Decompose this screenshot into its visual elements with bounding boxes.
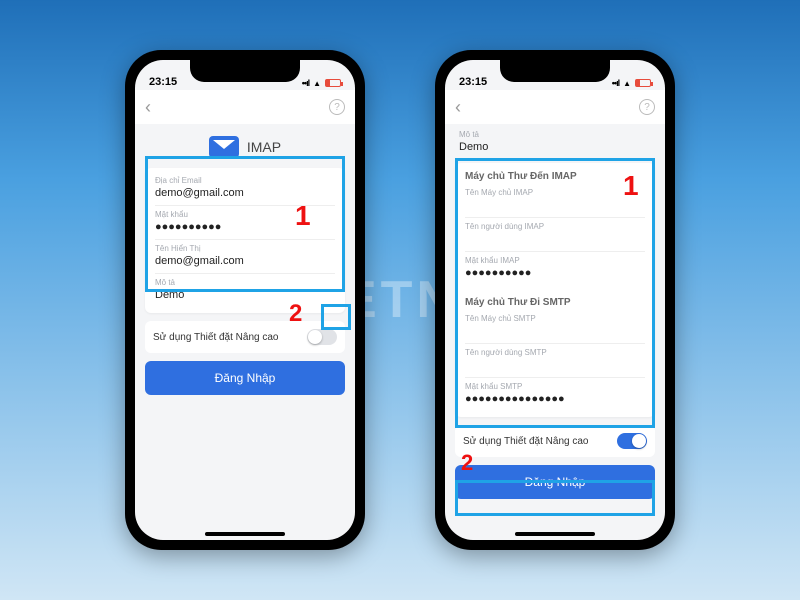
notch	[500, 60, 610, 82]
wifi-icon	[623, 78, 631, 88]
imap-pass-value: ●●●●●●●●●●	[465, 267, 645, 279]
back-button[interactable]: ‹	[145, 97, 151, 118]
email-value: demo@gmail.com	[155, 187, 335, 199]
advanced-toggle[interactable]	[617, 433, 647, 449]
mail-icon	[209, 136, 239, 158]
imap-user-label: Tên người dùng IMAP	[465, 222, 645, 231]
notch	[190, 60, 300, 82]
description-value: Demo	[459, 141, 651, 153]
battery-icon	[325, 79, 341, 87]
password-value: ●●●●●●●●●●	[155, 221, 335, 233]
displayname-label: Tên Hiển Thị	[155, 244, 335, 253]
advanced-label: Sử dụng Thiết đặt Nâng cao	[153, 332, 278, 343]
password-label: Mật khẩu	[155, 210, 335, 219]
smtp-user-field[interactable]: Tên người dùng SMTP	[465, 344, 645, 378]
status-time: 23:15	[149, 76, 177, 88]
imap-user-field[interactable]: Tên người dùng IMAP	[465, 218, 645, 252]
advanced-toggle[interactable]	[307, 329, 337, 345]
description-label: Mô tả	[459, 130, 651, 139]
displayname-field[interactable]: Tên Hiển Thị demo@gmail.com	[155, 240, 335, 274]
email-label: Địa chỉ Email	[155, 176, 335, 185]
nav-row: ‹ ?	[445, 90, 665, 124]
brand-label: IMAP	[247, 139, 281, 155]
home-indicator	[205, 532, 285, 536]
phone-right: 23:15 ‹ ? Mô tả Demo Máy chủ Thư Đến IMA…	[435, 50, 675, 550]
imap-host-field[interactable]: Tên Máy chủ IMAP	[465, 184, 645, 218]
displayname-value: demo@gmail.com	[155, 255, 335, 267]
imap-section-header: Máy chủ Thư Đến IMAP	[455, 163, 655, 184]
home-indicator	[515, 532, 595, 536]
phone-left: 23:15 ‹ ? IMAP Địa chỉ Email demo@gmail.…	[125, 50, 365, 550]
signal-icon	[302, 78, 309, 88]
smtp-pass-field[interactable]: Mật khẩu SMTP ●●●●●●●●●●●●●●●	[465, 378, 645, 411]
help-button[interactable]: ?	[329, 99, 345, 115]
signal-icon	[612, 78, 619, 88]
nav-row: ‹ ?	[135, 90, 355, 124]
description-field[interactable]: Mô tả Demo	[155, 274, 335, 307]
smtp-section-header: Máy chủ Thư Đi SMTP	[455, 289, 655, 310]
credentials-card: Địa chỉ Email demo@gmail.com Mật khẩu ●●…	[145, 168, 345, 313]
password-field[interactable]: Mật khẩu ●●●●●●●●●●	[155, 206, 335, 240]
help-button[interactable]: ?	[639, 99, 655, 115]
imap-card: Máy chủ Thư Đến IMAP Tên Máy chủ IMAP Tê…	[455, 163, 655, 417]
advanced-toggle-row: Sử dụng Thiết đặt Nâng cao	[455, 425, 655, 457]
wifi-icon	[313, 78, 321, 88]
battery-icon	[635, 79, 651, 87]
imap-pass-label: Mật khẩu IMAP	[465, 256, 645, 265]
description-value: Demo	[155, 289, 335, 301]
smtp-host-field[interactable]: Tên Máy chủ SMTP	[465, 310, 645, 344]
status-time: 23:15	[459, 76, 487, 88]
imap-host-label: Tên Máy chủ IMAP	[465, 188, 645, 197]
advanced-label: Sử dụng Thiết đặt Nâng cao	[463, 436, 588, 447]
smtp-user-label: Tên người dùng SMTP	[465, 348, 645, 357]
imap-pass-field[interactable]: Mật khẩu IMAP ●●●●●●●●●●	[465, 252, 645, 285]
advanced-toggle-row: Sử dụng Thiết đặt Nâng cao	[145, 321, 345, 353]
brand-row: IMAP	[145, 136, 345, 158]
smtp-pass-label: Mật khẩu SMTP	[465, 382, 645, 391]
email-field[interactable]: Địa chỉ Email demo@gmail.com	[155, 172, 335, 206]
back-button[interactable]: ‹	[455, 97, 461, 118]
smtp-host-label: Tên Máy chủ SMTP	[465, 314, 645, 323]
login-button[interactable]: Đăng Nhập	[145, 361, 345, 395]
description-label: Mô tả	[155, 278, 335, 287]
login-button[interactable]: Đăng Nhập	[455, 465, 655, 499]
smtp-pass-value: ●●●●●●●●●●●●●●●	[465, 393, 645, 405]
